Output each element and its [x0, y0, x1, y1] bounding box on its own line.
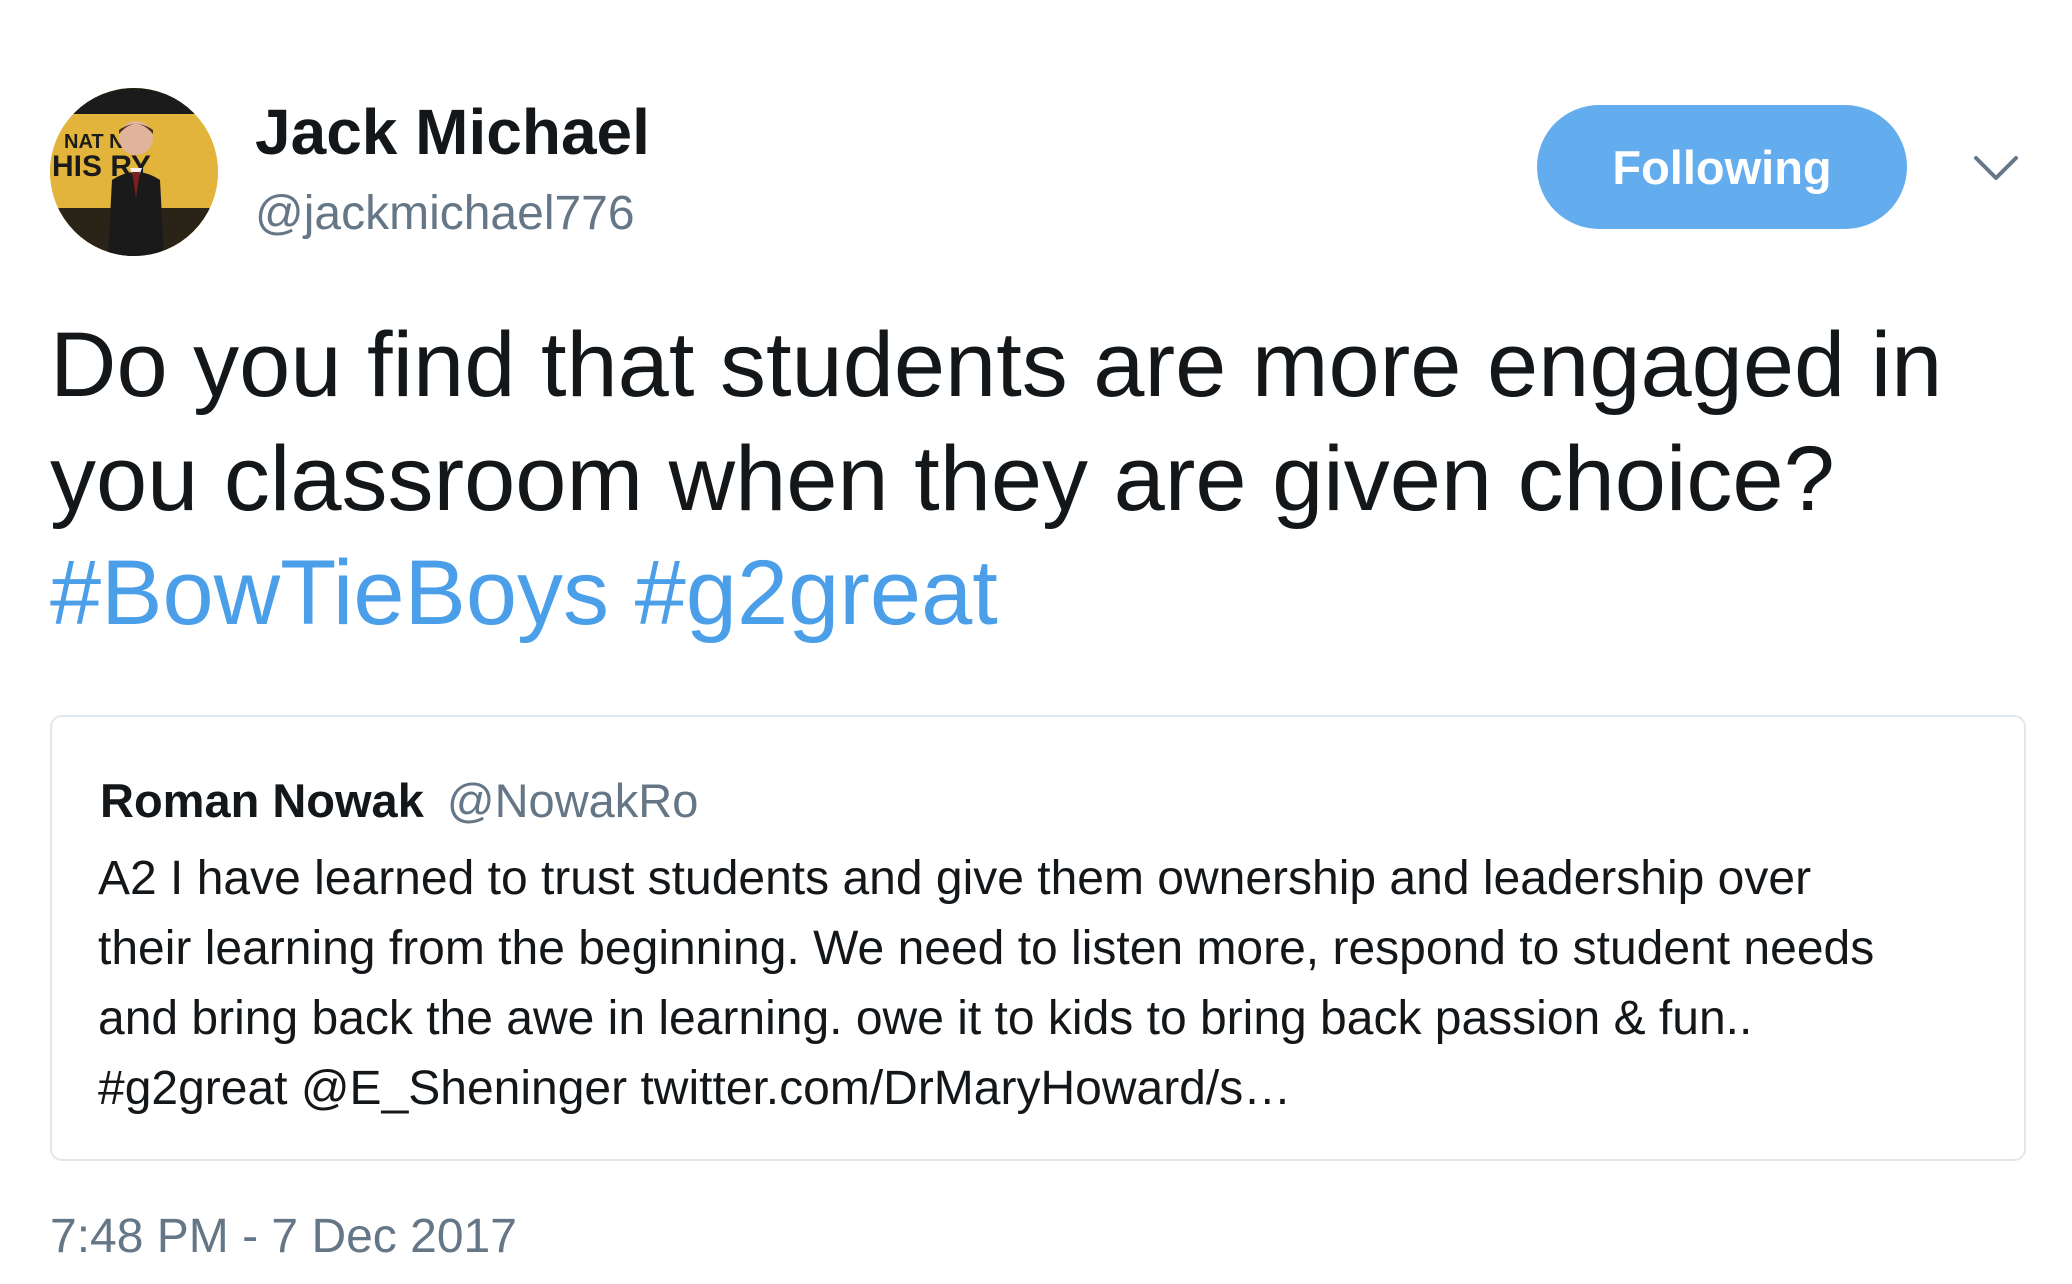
quoted-tweet-text: A2 I have learned to trust students and …: [98, 844, 1998, 1124]
author-display-name[interactable]: Jack Michael: [255, 95, 650, 169]
quoted-tweet-card[interactable]: Roman Nowak @NowakRo A2 I have learned t…: [50, 715, 2026, 1161]
quoted-tweet-line: their learning from the beginning. We ne…: [98, 922, 1875, 975]
quoted-tweet-line: A2 I have learned to trust students and …: [98, 852, 1812, 905]
following-button[interactable]: Following: [1537, 105, 1907, 229]
tweet-body: Do you find that students are more engag…: [50, 314, 1943, 530]
author-handle[interactable]: @jackmichael776: [255, 186, 635, 241]
tweet-text: Do you find that students are more engag…: [50, 308, 2030, 650]
author-avatar[interactable]: NAT NAL HIS RY: [50, 88, 218, 256]
hashtag-link[interactable]: #g2great: [635, 542, 998, 644]
quoted-author-name: Roman Nowak: [100, 774, 424, 827]
tweet-timestamp[interactable]: 7:48 PM - 7 Dec 2017: [50, 1209, 517, 1264]
hashtag-link[interactable]: #BowTieBoys: [50, 542, 609, 644]
quoted-tweet-line: #g2great @E_Sheninger twitter.com/DrMary…: [98, 1062, 1292, 1115]
quoted-tweet-line: and bring back the awe in learning. owe …: [98, 992, 1753, 1045]
quoted-tweet-header: Roman Nowak @NowakRo: [100, 773, 698, 828]
quoted-author-handle: @NowakRo: [446, 774, 699, 827]
chevron-down-icon[interactable]: [1970, 148, 2022, 188]
